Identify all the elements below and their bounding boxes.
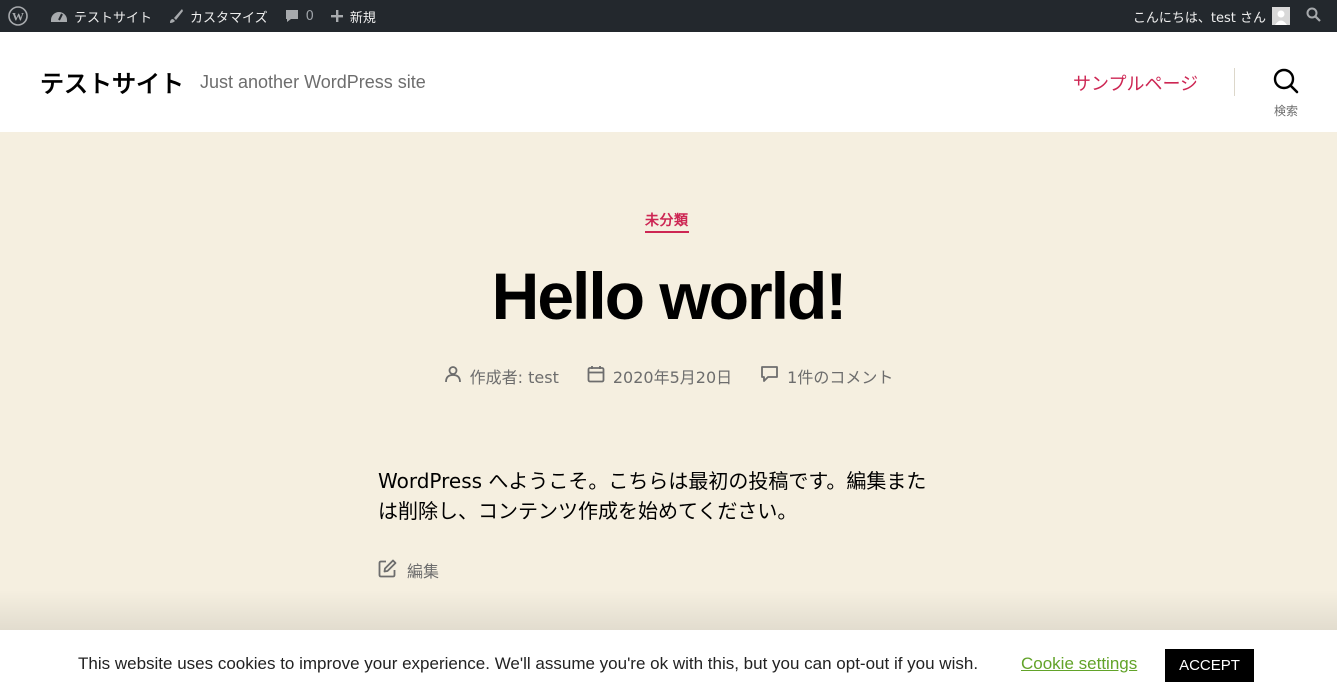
comments-count: 0 (305, 8, 314, 24)
post-content-line-2: は削除し、コンテンツ作成を始めてください。 (378, 499, 798, 523)
comment-bubble-icon (284, 8, 300, 24)
cookie-message: This website uses cookies to improve you… (78, 654, 979, 673)
cookie-settings-link[interactable]: Cookie settings (1021, 654, 1137, 674)
adminbar-search-button[interactable] (1298, 0, 1337, 32)
edit-post-link[interactable]: 編集 (378, 558, 439, 582)
site-tagline: Just another WordPress site (200, 72, 426, 92)
category-link[interactable]: 未分類 (645, 210, 689, 233)
customize-label: カスタマイズ (190, 10, 268, 26)
greeting-text: こんにちは、test さん (1132, 10, 1266, 26)
wordpress-icon: W (8, 6, 28, 26)
dashboard-icon (50, 8, 68, 24)
calendar-icon (587, 365, 605, 387)
new-content-button[interactable]: 新規 (322, 0, 384, 32)
wordpress-logo-button[interactable]: W (0, 0, 42, 32)
post-date[interactable]: 2020年5月20日 (587, 364, 732, 388)
nav-item-sample-page[interactable]: サンプルページ (1073, 70, 1198, 96)
comment-icon (760, 365, 779, 387)
date-text: 2020年5月20日 (612, 368, 733, 387)
user-icon (444, 365, 462, 387)
accept-cookies-button[interactable]: ACCEPT (1165, 649, 1254, 682)
search-toggle-button[interactable]: 検索 (1262, 68, 1310, 118)
post-title: Hello world! (491, 259, 848, 333)
post-author[interactable]: 作成者: test (444, 364, 559, 388)
svg-text:W: W (12, 10, 24, 24)
search-label: 検索 (1273, 104, 1298, 118)
site-header: テストサイト Just another WordPress site サンプルペ… (0, 32, 1337, 132)
author-text: 作成者: test (469, 368, 559, 387)
admin-bar: W テストサイト カスタマイズ 0 新規 こんにちは、test さん (0, 0, 1337, 32)
post-content-line-1: WordPress へようこそ。こちらは最初の投稿です。編集また (378, 469, 927, 493)
edit-icon (378, 559, 397, 582)
site-name-label: テストサイト (74, 10, 153, 26)
comments-text: 1件のコメント (787, 368, 894, 387)
site-name-menu[interactable]: テストサイト (42, 0, 160, 32)
post-comments[interactable]: 1件のコメント (760, 364, 893, 388)
new-content-label: 新規 (349, 10, 376, 26)
my-account-menu[interactable]: こんにちは、test さん (1125, 0, 1298, 32)
search-icon (1273, 68, 1299, 98)
post-meta: 作成者: test 2020年5月20日 1件のコメント (0, 364, 1337, 388)
post-content: WordPress へようこそ。こちらは最初の投稿です。編集また は削除し、コン… (378, 466, 978, 526)
comments-button[interactable]: 0 (276, 0, 322, 32)
search-icon (1306, 7, 1321, 26)
plus-icon (330, 9, 344, 23)
edit-label: 編集 (407, 562, 440, 581)
brush-icon (168, 8, 184, 24)
site-title[interactable]: テストサイト (40, 64, 184, 99)
cookie-bar-shadow (0, 590, 1337, 630)
cookie-consent-bar: This website uses cookies to improve you… (0, 630, 1337, 700)
nav-divider (1234, 68, 1235, 96)
avatar (1272, 7, 1290, 25)
customize-button[interactable]: カスタマイズ (160, 0, 276, 32)
